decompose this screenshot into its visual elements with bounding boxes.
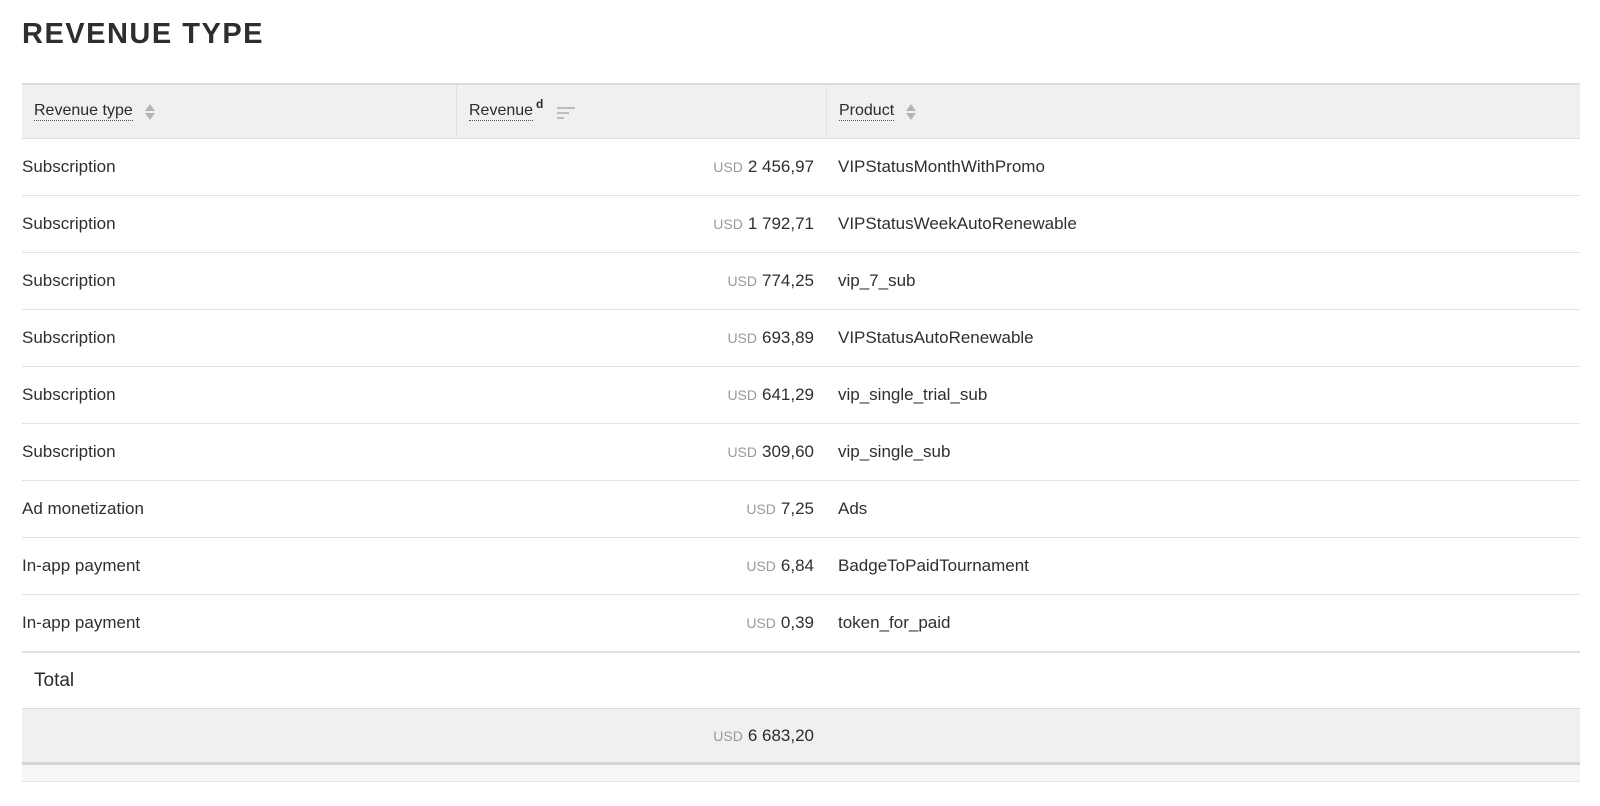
table-body: Subscription USD 2 456,97 VIPStatusMonthW… [22,139,1580,652]
cell-product: VIPStatusWeekAutoRenewable [838,214,1077,233]
sort-arrows-icon[interactable] [144,103,155,120]
page-title: REVENUE TYPE [22,18,264,50]
currency-label: USD [746,558,776,574]
table-row: Subscription USD 2 456,97 VIPStatusMonthW… [22,139,1580,196]
column-label: Product [839,102,895,121]
cell-product: vip_single_trial_sub [838,385,988,404]
horizontal-scrollbar[interactable] [22,765,1580,782]
table-row: Subscription USD 641,29 vip_single_trial_… [22,367,1580,424]
column-label: Revenue type [34,102,133,121]
table-row: Subscription USD 1 792,71 VIPStatusWeekAu… [22,196,1580,253]
table-header: Revenue type Revenue d Product [22,83,1580,139]
cell-revenue: USD 641,29 [456,367,826,423]
cell-revenue: USD 0,39 [456,595,826,651]
column-superscript: d [536,96,544,111]
currency-label: USD [746,501,776,517]
cell-product: vip_single_sub [838,442,951,461]
total-empty-cell [22,709,456,762]
amount-value: 2 456,97 [747,157,814,176]
currency-label: USD [713,727,743,744]
table-row: Subscription USD 774,25 vip_7_sub [22,253,1580,310]
amount-value: 6,84 [780,556,814,575]
currency-label: USD [727,444,757,460]
cell-product: Ads [838,499,868,518]
cell-revenue-type: Subscription [22,328,116,347]
table-row: Subscription USD 693,89 VIPStatusAutoRene… [22,310,1580,367]
cell-revenue-type: Ad monetization [22,499,144,518]
cell-product: VIPStatusMonthWithPromo [838,157,1045,176]
cell-revenue-type: Subscription [22,214,116,233]
column-header-revenue[interactable]: Revenue d [456,85,826,138]
cell-revenue-type: Subscription [22,385,116,404]
amount-value: 774,25 [762,271,814,290]
currency-label: USD [713,159,743,175]
table-row: In-app payment USD 6,84 BadgeToPaidTourna… [22,538,1580,595]
amount-value: 641,29 [762,385,814,404]
currency-label: USD [727,330,757,346]
total-revenue: USD 6 683,20 [456,709,826,762]
cell-product: vip_7_sub [838,271,916,290]
amount-value: 693,89 [762,328,814,347]
cell-product: token_for_paid [838,613,951,632]
cell-revenue: USD 693,89 [456,310,826,366]
table-row: Ad monetization USD 7,25 Ads [22,481,1580,538]
currency-label: USD [727,273,757,289]
amount-value: 7,25 [780,499,814,518]
cell-revenue: USD 2 456,97 [456,139,826,195]
cell-revenue: USD 774,25 [456,253,826,309]
amount-value: 1 792,71 [747,214,814,233]
amount-value: 0,39 [780,613,814,632]
cell-revenue-type: In-app payment [22,556,141,575]
cell-product: VIPStatusAutoRenewable [838,328,1034,347]
column-header-product[interactable]: Product [826,85,1580,138]
page: REVENUE TYPE Revenue type Revenue d Prod… [0,0,1600,806]
cell-revenue: USD 1 792,71 [456,196,826,252]
cell-product: BadgeToPaidTournament [838,556,1029,575]
currency-label: USD [713,216,743,232]
currency-label: USD [746,615,776,631]
cell-revenue-type: Subscription [22,271,116,290]
table-row: Subscription USD 309,60 vip_single_sub [22,424,1580,481]
table-row: In-app payment USD 0,39 token_for_paid [22,595,1580,652]
cell-revenue-type: Subscription [22,442,116,461]
amount-value: 309,60 [762,442,814,461]
column-label: Revenue [469,102,534,121]
sort-arrows-icon[interactable] [906,103,917,120]
cell-revenue: USD 7,25 [456,481,826,537]
cell-revenue-type: In-app payment [22,613,141,632]
total-label: Total [22,652,1580,708]
sort-descending-icon[interactable] [557,106,576,119]
cell-revenue-type: Subscription [22,157,116,176]
revenue-table: Revenue type Revenue d Product Subscript… [22,83,1580,782]
total-row: USD 6 683,20 [22,708,1580,765]
cell-revenue: USD 309,60 [456,424,826,480]
total-amount: 6 683,20 [747,725,814,745]
cell-revenue: USD 6,84 [456,538,826,594]
currency-label: USD [727,387,757,403]
column-header-revenue-type[interactable]: Revenue type [22,85,456,138]
